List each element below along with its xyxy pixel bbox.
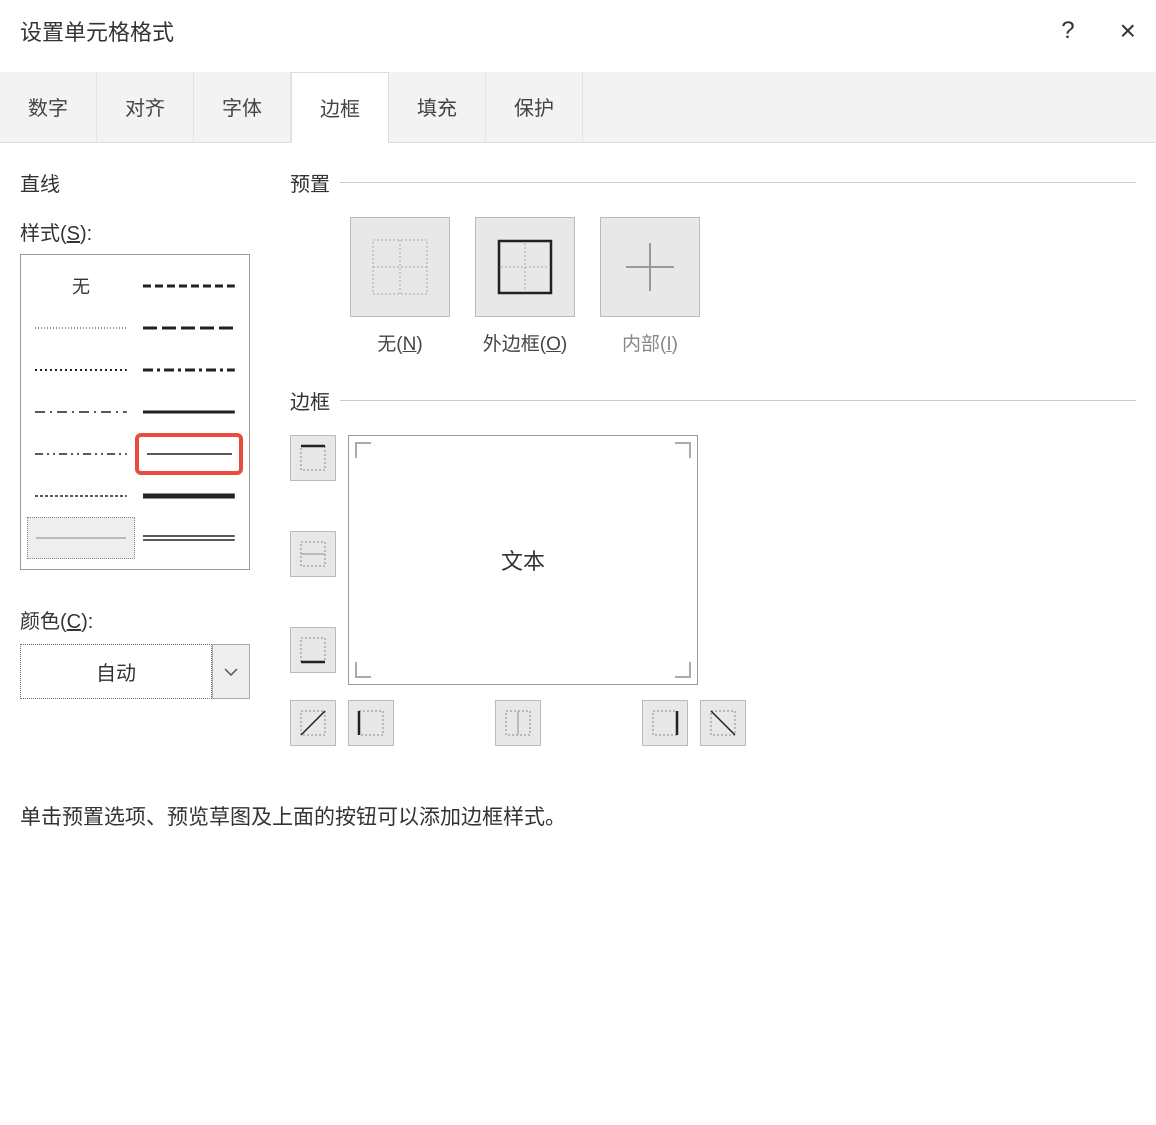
border-diag-up-button[interactable] [290, 700, 336, 746]
color-picker[interactable]: 自动 [20, 644, 250, 699]
content-area: 直线 样式(S): 无 [0, 143, 1156, 771]
color-value[interactable]: 自动 [20, 644, 212, 699]
corner-mark-bl [355, 662, 371, 678]
border-right-button[interactable] [642, 700, 688, 746]
border-top-button[interactable] [290, 435, 336, 481]
dialog-title: 设置单元格格式 [20, 15, 174, 47]
style-hairline-selected[interactable] [27, 517, 135, 559]
color-label: 颜色(C): [20, 605, 250, 634]
style-fine-dots[interactable] [27, 307, 135, 349]
tab-number[interactable]: 数字 [0, 72, 97, 142]
preset-outline-label: 外边框(O) [483, 329, 567, 356]
close-button[interactable]: × [1120, 15, 1136, 47]
tab-alignment[interactable]: 对齐 [97, 72, 194, 142]
preset-outline: 外边框(O) [475, 217, 575, 356]
preset-outline-button[interactable] [475, 217, 575, 317]
style-thick[interactable] [135, 475, 243, 517]
bottom-border-buttons [290, 700, 746, 746]
style-medium[interactable] [135, 391, 243, 433]
corner-mark-tr [675, 442, 691, 458]
preset-none-button[interactable] [350, 217, 450, 317]
border-vertical-button[interactable] [495, 700, 541, 746]
tab-protection[interactable]: 保护 [486, 72, 583, 142]
presets-row: 无(N) 外边框(O) [350, 217, 1136, 356]
tab-font[interactable]: 字体 [194, 72, 291, 142]
color-dropdown-icon[interactable] [212, 644, 250, 699]
style-short-dash[interactable] [27, 475, 135, 517]
style-dash-dot-heavy[interactable] [135, 349, 243, 391]
border-preview[interactable]: 文本 [348, 435, 698, 685]
title-controls: ? × [1061, 15, 1136, 47]
preset-inside-button[interactable] [600, 217, 700, 317]
corner-mark-tl [355, 442, 371, 458]
hint-text: 单击预置选项、预览草图及上面的按钮可以添加边框样式。 [0, 771, 1156, 861]
corner-mark-br [675, 662, 691, 678]
tab-border[interactable]: 边框 [291, 72, 389, 143]
border-horizontal-button[interactable] [290, 531, 336, 577]
border-editor: 文本 [290, 435, 1136, 685]
style-dots[interactable] [27, 349, 135, 391]
preview-text: 文本 [501, 544, 545, 576]
border-heading: 边框 [290, 386, 1136, 415]
line-heading: 直线 [20, 168, 250, 197]
style-long-dash[interactable] [135, 307, 243, 349]
style-dash-dot-dot[interactable] [27, 433, 135, 475]
border-panel: 预置 无(N) [290, 168, 1136, 746]
tab-fill[interactable]: 填充 [389, 72, 486, 142]
line-panel: 直线 样式(S): 无 [20, 168, 250, 746]
style-thin-solid-highlighted[interactable] [135, 433, 243, 475]
presets-heading: 预置 [290, 168, 1136, 197]
style-label: 样式(S): [20, 217, 250, 246]
style-dash-heavy[interactable] [135, 265, 243, 307]
border-bottom-button[interactable] [290, 627, 336, 673]
border-left-button[interactable] [348, 700, 394, 746]
preset-none-label: 无(N) [377, 329, 422, 356]
preset-none: 无(N) [350, 217, 450, 356]
tab-strip: 数字 对齐 字体 边框 填充 保护 [0, 72, 1156, 143]
help-button[interactable]: ? [1061, 17, 1074, 45]
title-bar: 设置单元格格式 ? × [0, 0, 1156, 72]
left-border-buttons [290, 435, 336, 685]
preset-inside: 内部(I) [600, 217, 700, 356]
style-double[interactable] [135, 517, 243, 559]
preset-inside-label: 内部(I) [622, 329, 678, 356]
line-style-list[interactable]: 无 [20, 254, 250, 570]
style-dash-dot-thin[interactable] [27, 391, 135, 433]
border-diag-down-button[interactable] [700, 700, 746, 746]
style-none[interactable]: 无 [27, 265, 135, 307]
